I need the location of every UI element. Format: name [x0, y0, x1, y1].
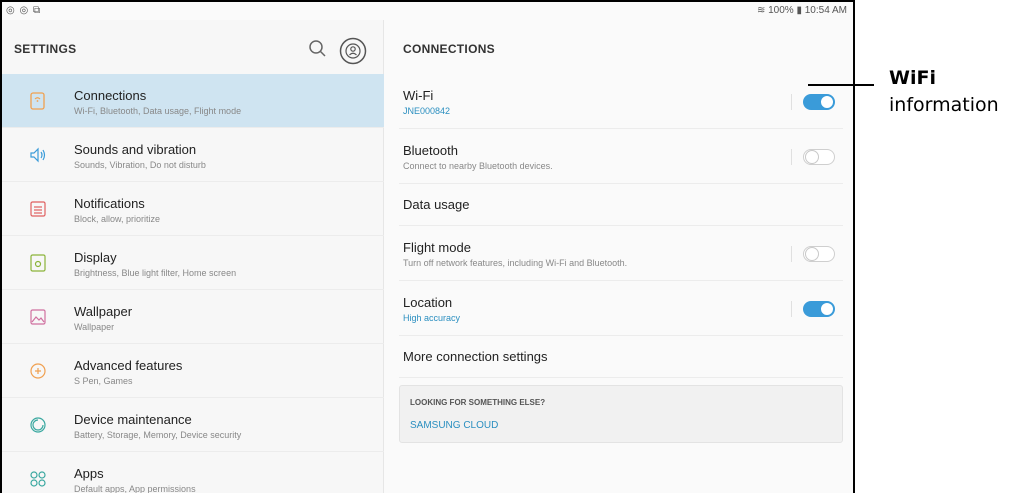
row-subtitle: High accuracy [403, 313, 461, 323]
row-subtitle: Turn off network features, including Wi-… [403, 258, 628, 268]
row-title: Location [403, 295, 453, 310]
menu-item-title: Apps [74, 466, 104, 481]
callout-line [808, 84, 874, 86]
settings-menu: Connections Wi-Fi, Bluetooth, Data usage,… [2, 74, 384, 493]
sidebar-item-notifications[interactable]: Notifications Block, allow, prioritize [2, 182, 384, 236]
connections-row-more-connection-settings[interactable]: More connection settings [399, 336, 843, 378]
settings-pane: SETTINGS Connections Wi-Fi, Bluetooth, Da… [2, 20, 384, 493]
menu-item-subtitle: Wi-Fi, Bluetooth, Data usage, Flight mod… [74, 106, 242, 116]
menu-item-subtitle: Brightness, Blue light filter, Home scre… [74, 268, 237, 278]
looking-for-title: LOOKING FOR SOMETHING ELSE? [410, 398, 546, 407]
maintenance-icon [28, 415, 48, 435]
toggle-switch[interactable] [803, 93, 835, 110]
row-divider [791, 148, 792, 165]
connections-row-wi-fi[interactable]: Wi-Fi JNE000842 [399, 74, 843, 129]
row-title: Flight mode [403, 240, 471, 255]
tablet-screen: ◎ ◎ ⧉ ≋ 100% ▮ 10:54 AM SETTINGS Connect… [0, 0, 855, 493]
settings-title: SETTINGS [14, 42, 77, 56]
settings-header: SETTINGS [2, 20, 384, 74]
toggle-knob [805, 149, 819, 164]
looking-for-card: LOOKING FOR SOMETHING ELSE? SAMSUNG CLOU… [399, 385, 843, 443]
menu-item-subtitle: Default apps, App permissions [74, 484, 196, 493]
connections-row-flight-mode[interactable]: Flight mode Turn off network features, in… [399, 226, 843, 281]
wallpaper-icon [28, 307, 48, 327]
connections-row-data-usage[interactable]: Data usage [399, 184, 843, 226]
connections-row-bluetooth[interactable]: Bluetooth Connect to nearby Bluetooth dev… [399, 129, 843, 184]
row-divider [791, 245, 792, 262]
advanced-icon [28, 361, 48, 381]
menu-item-title: Notifications [74, 196, 145, 211]
toggle-knob [805, 246, 819, 261]
menu-item-subtitle: Sounds, Vibration, Do not disturb [74, 160, 206, 170]
row-title: More connection settings [403, 349, 548, 364]
toggle-knob [820, 94, 834, 109]
menu-item-title: Connections [74, 88, 147, 103]
menu-item-subtitle: Battery, Storage, Memory, Device securit… [74, 430, 242, 440]
row-divider [791, 300, 792, 317]
row-title: Bluetooth [403, 143, 458, 158]
display-icon [28, 253, 48, 273]
menu-item-title: Display [74, 250, 117, 265]
row-subtitle: Connect to nearby Bluetooth devices. [403, 161, 553, 171]
callout-subtitle: information [889, 94, 999, 116]
account-icon[interactable] [339, 37, 367, 65]
samsung-cloud-link[interactable]: SAMSUNG CLOUD [410, 420, 498, 431]
menu-item-subtitle: Wallpaper [74, 322, 115, 332]
connections-list: Wi-Fi JNE000842 Bluetooth Connect to nearby… [385, 74, 853, 378]
row-subtitle: JNE000842 [403, 106, 451, 116]
sidebar-item-apps[interactable]: Apps Default apps, App permissions [2, 452, 384, 493]
menu-item-subtitle: S Pen, Games [74, 376, 133, 386]
sidebar-item-sounds-and-vibration[interactable]: Sounds and vibration Sounds, Vibration, D… [2, 128, 384, 182]
menu-item-title: Device maintenance [74, 412, 192, 427]
status-info: ≋ 100% ▮ 10:54 AM [756, 5, 847, 16]
apps-icon [28, 469, 48, 489]
status-icons: ◎ ◎ ⧉ [6, 5, 42, 16]
status-bar: ◎ ◎ ⧉ ≋ 100% ▮ 10:54 AM [2, 2, 853, 20]
sidebar-item-display[interactable]: Display Brightness, Blue light filter, Ho… [2, 236, 384, 290]
menu-item-title: Advanced features [74, 358, 183, 373]
sidebar-item-connections[interactable]: Connections Wi-Fi, Bluetooth, Data usage,… [2, 74, 384, 128]
connections-pane: CONNECTIONS Wi-Fi JNE000842 Bluetooth Conne… [385, 20, 853, 493]
toggle-knob [820, 301, 834, 316]
callout-title: WiFi [889, 67, 936, 89]
connections-row-location[interactable]: Location High accuracy [399, 281, 843, 336]
sidebar-item-wallpaper[interactable]: Wallpaper Wallpaper [2, 290, 384, 344]
menu-item-title: Sounds and vibration [74, 142, 197, 157]
search-icon[interactable] [307, 38, 329, 60]
connections-icon [28, 91, 48, 111]
sidebar-item-device-maintenance[interactable]: Device maintenance Battery, Storage, Memo… [2, 398, 384, 452]
toggle-switch[interactable] [803, 148, 835, 165]
row-title: Data usage [403, 197, 470, 212]
sound-icon [28, 145, 48, 165]
connections-title: CONNECTIONS [403, 42, 495, 56]
row-divider [791, 93, 792, 110]
toggle-switch[interactable] [803, 300, 835, 317]
toggle-switch[interactable] [803, 245, 835, 262]
menu-item-title: Wallpaper [74, 304, 133, 319]
menu-item-subtitle: Block, allow, prioritize [74, 214, 161, 224]
notifications-icon [28, 199, 48, 219]
row-title: Wi-Fi [403, 88, 434, 103]
sidebar-item-advanced-features[interactable]: Advanced features S Pen, Games [2, 344, 384, 398]
